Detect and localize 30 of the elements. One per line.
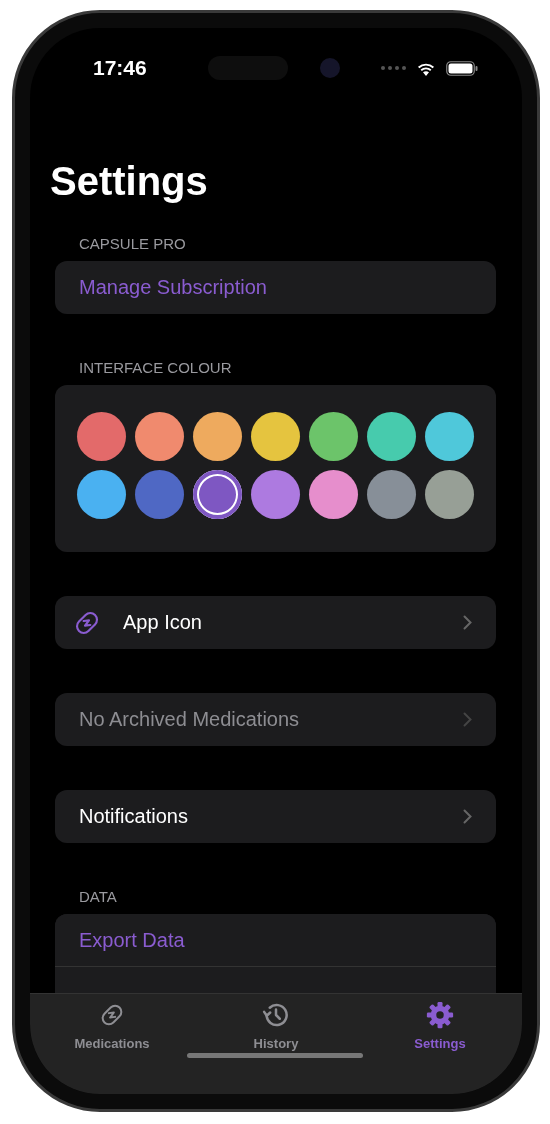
- tab[interactable]: Settings: [358, 994, 522, 1052]
- section-header: DATA: [78, 887, 118, 907]
- page-title: Settings: [50, 158, 209, 205]
- battery-icon: [446, 60, 478, 76]
- color-swatch[interactable]: [425, 470, 474, 519]
- chevron-icon: [463, 615, 472, 630]
- section-header: INTERFACE COLOUR: [78, 358, 233, 378]
- color-swatch[interactable]: [251, 412, 300, 461]
- color-swatch[interactable]: [77, 412, 126, 461]
- settings-icon: [424, 1000, 456, 1030]
- link-row[interactable]: Export Data: [55, 914, 496, 967]
- chevron-icon: [463, 712, 472, 727]
- color-swatch[interactable]: [367, 470, 416, 519]
- color-swatch[interactable]: [425, 412, 474, 461]
- tab[interactable]: History: [194, 994, 358, 1052]
- color-swatch[interactable]: [193, 470, 242, 519]
- color-swatch[interactable]: [77, 470, 126, 519]
- color-swatch[interactable]: [251, 470, 300, 519]
- section-header: CAPSULE PRO: [78, 234, 187, 254]
- color-swatch[interactable]: [367, 412, 416, 461]
- chevron-icon: [463, 809, 472, 824]
- status-time: 17:46: [93, 56, 147, 80]
- color-swatch[interactable]: [135, 470, 184, 519]
- camera-icon: [320, 58, 340, 78]
- color-swatch[interactable]: [193, 412, 242, 461]
- color-swatch[interactable]: [309, 470, 358, 519]
- tab[interactable]: Medications: [30, 994, 194, 1052]
- color-swatch[interactable]: [135, 412, 184, 461]
- color-swatch[interactable]: [309, 412, 358, 461]
- signal-icon: [381, 66, 406, 70]
